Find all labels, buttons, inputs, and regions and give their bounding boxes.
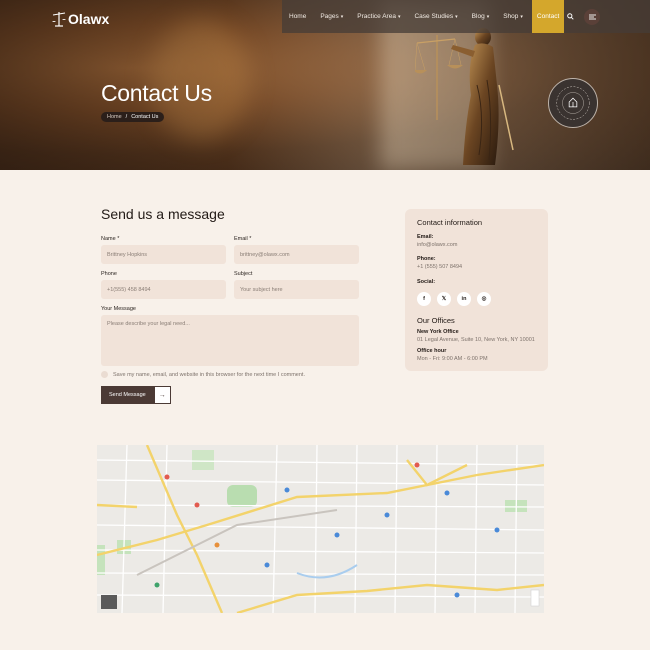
breadcrumb: Home / Contact Us	[101, 112, 165, 122]
contact-email-label: Email:	[417, 234, 434, 240]
save-info-label: Save my name, email, and website in this…	[113, 371, 305, 378]
email-field[interactable]: brittney@olawx.com	[234, 245, 359, 264]
nav-label: Blog	[471, 13, 485, 20]
office-name: New York Office	[417, 329, 459, 335]
message-label: Your Message	[101, 306, 136, 312]
nav-item-shop[interactable]: Shop ▾	[496, 0, 530, 33]
nav-label: Home	[289, 13, 307, 20]
name-label: Name *	[101, 236, 120, 242]
nav-label: Shop	[503, 13, 519, 20]
brand-logo[interactable]: Olawx	[52, 10, 109, 28]
save-info-row: Save my name, email, and website in this…	[101, 371, 305, 378]
search-icon[interactable]	[564, 11, 576, 23]
social-links: f 𝕏 in ◎	[417, 292, 491, 306]
linkedin-icon[interactable]: in	[457, 292, 471, 306]
contact-phone-label: Phone:	[417, 256, 436, 262]
nav-icons	[564, 8, 650, 25]
nav-label: Practice Area	[357, 13, 396, 20]
breadcrumb-separator: /	[125, 114, 128, 120]
breadcrumb-home[interactable]: Home	[107, 114, 122, 120]
email-label: Email *	[234, 236, 252, 242]
scales-logo-icon	[52, 12, 66, 27]
office-hours: Mon - Fri: 9:00 AM - 6:00 PM	[417, 356, 488, 362]
page-title: Contact Us	[101, 80, 212, 106]
instagram-icon[interactable]: ◎	[477, 292, 491, 306]
nav-item-pages[interactable]: Pages ▾	[313, 0, 350, 33]
brand-name: Olawx	[68, 11, 110, 27]
save-info-checkbox[interactable]	[101, 371, 108, 378]
lady-justice-statue	[415, 28, 514, 165]
office-address: 01 Legal Avenue, Suite 10, New York, NY …	[417, 337, 535, 343]
nav-label: Contact	[536, 13, 560, 20]
contact-social-label: Social:	[417, 279, 436, 285]
contact-email[interactable]: info@olawx.com	[417, 242, 457, 248]
contact-phone[interactable]: +1 (555) 507 8494	[417, 264, 462, 270]
nav-item-case-studies[interactable]: Case Studies ▾	[407, 0, 464, 33]
circular-text-icon	[556, 86, 590, 120]
message-textarea[interactable]: Please describe your legal need...	[101, 315, 359, 366]
map-graphic	[97, 445, 544, 613]
nav-label: Pages	[320, 13, 339, 20]
subject-label: Subject	[234, 271, 253, 277]
send-message-label: Send Message	[101, 386, 154, 404]
facebook-icon[interactable]: f	[417, 292, 431, 306]
nav-item-home[interactable]: Home	[282, 0, 313, 33]
phone-label: Phone	[101, 271, 117, 277]
nav-item-practice-area[interactable]: Practice Area ▾	[350, 0, 407, 33]
nav-item-contact[interactable]: Contact	[531, 0, 565, 33]
chevron-down-icon: ▾	[397, 13, 401, 20]
chevron-down-icon: ▾	[486, 13, 490, 20]
breadcrumb-current: Contact Us	[131, 114, 159, 120]
offices-title: Our Offices	[417, 316, 455, 325]
name-field[interactable]: Brittney Hopkins	[101, 245, 226, 264]
send-message-button[interactable]: Send Message →	[101, 386, 171, 404]
form-title: Send us a message	[101, 206, 225, 222]
location-map[interactable]	[97, 445, 544, 613]
nav-item-blog[interactable]: Blog ▾	[465, 0, 497, 33]
x-icon[interactable]: 𝕏	[437, 292, 451, 306]
chevron-down-icon: ▾	[520, 13, 523, 20]
arrow-right-icon: →	[153, 386, 171, 404]
subject-field[interactable]: Your subject here	[234, 280, 359, 299]
office-hours-label: Office hour	[417, 348, 447, 354]
phone-field[interactable]: +1(555) 458 8494	[101, 280, 226, 299]
main-nav: Home Pages ▾ Practice Area ▾ Case Studies ▾…	[282, 0, 650, 33]
nav-label: Case Studies	[414, 13, 454, 20]
help-badge[interactable]	[548, 78, 598, 128]
menu-icon[interactable]	[584, 8, 601, 25]
chevron-down-icon: ▾	[455, 13, 458, 20]
chevron-down-icon: ▾	[340, 13, 344, 20]
contact-info-title: Contact information	[417, 218, 483, 227]
